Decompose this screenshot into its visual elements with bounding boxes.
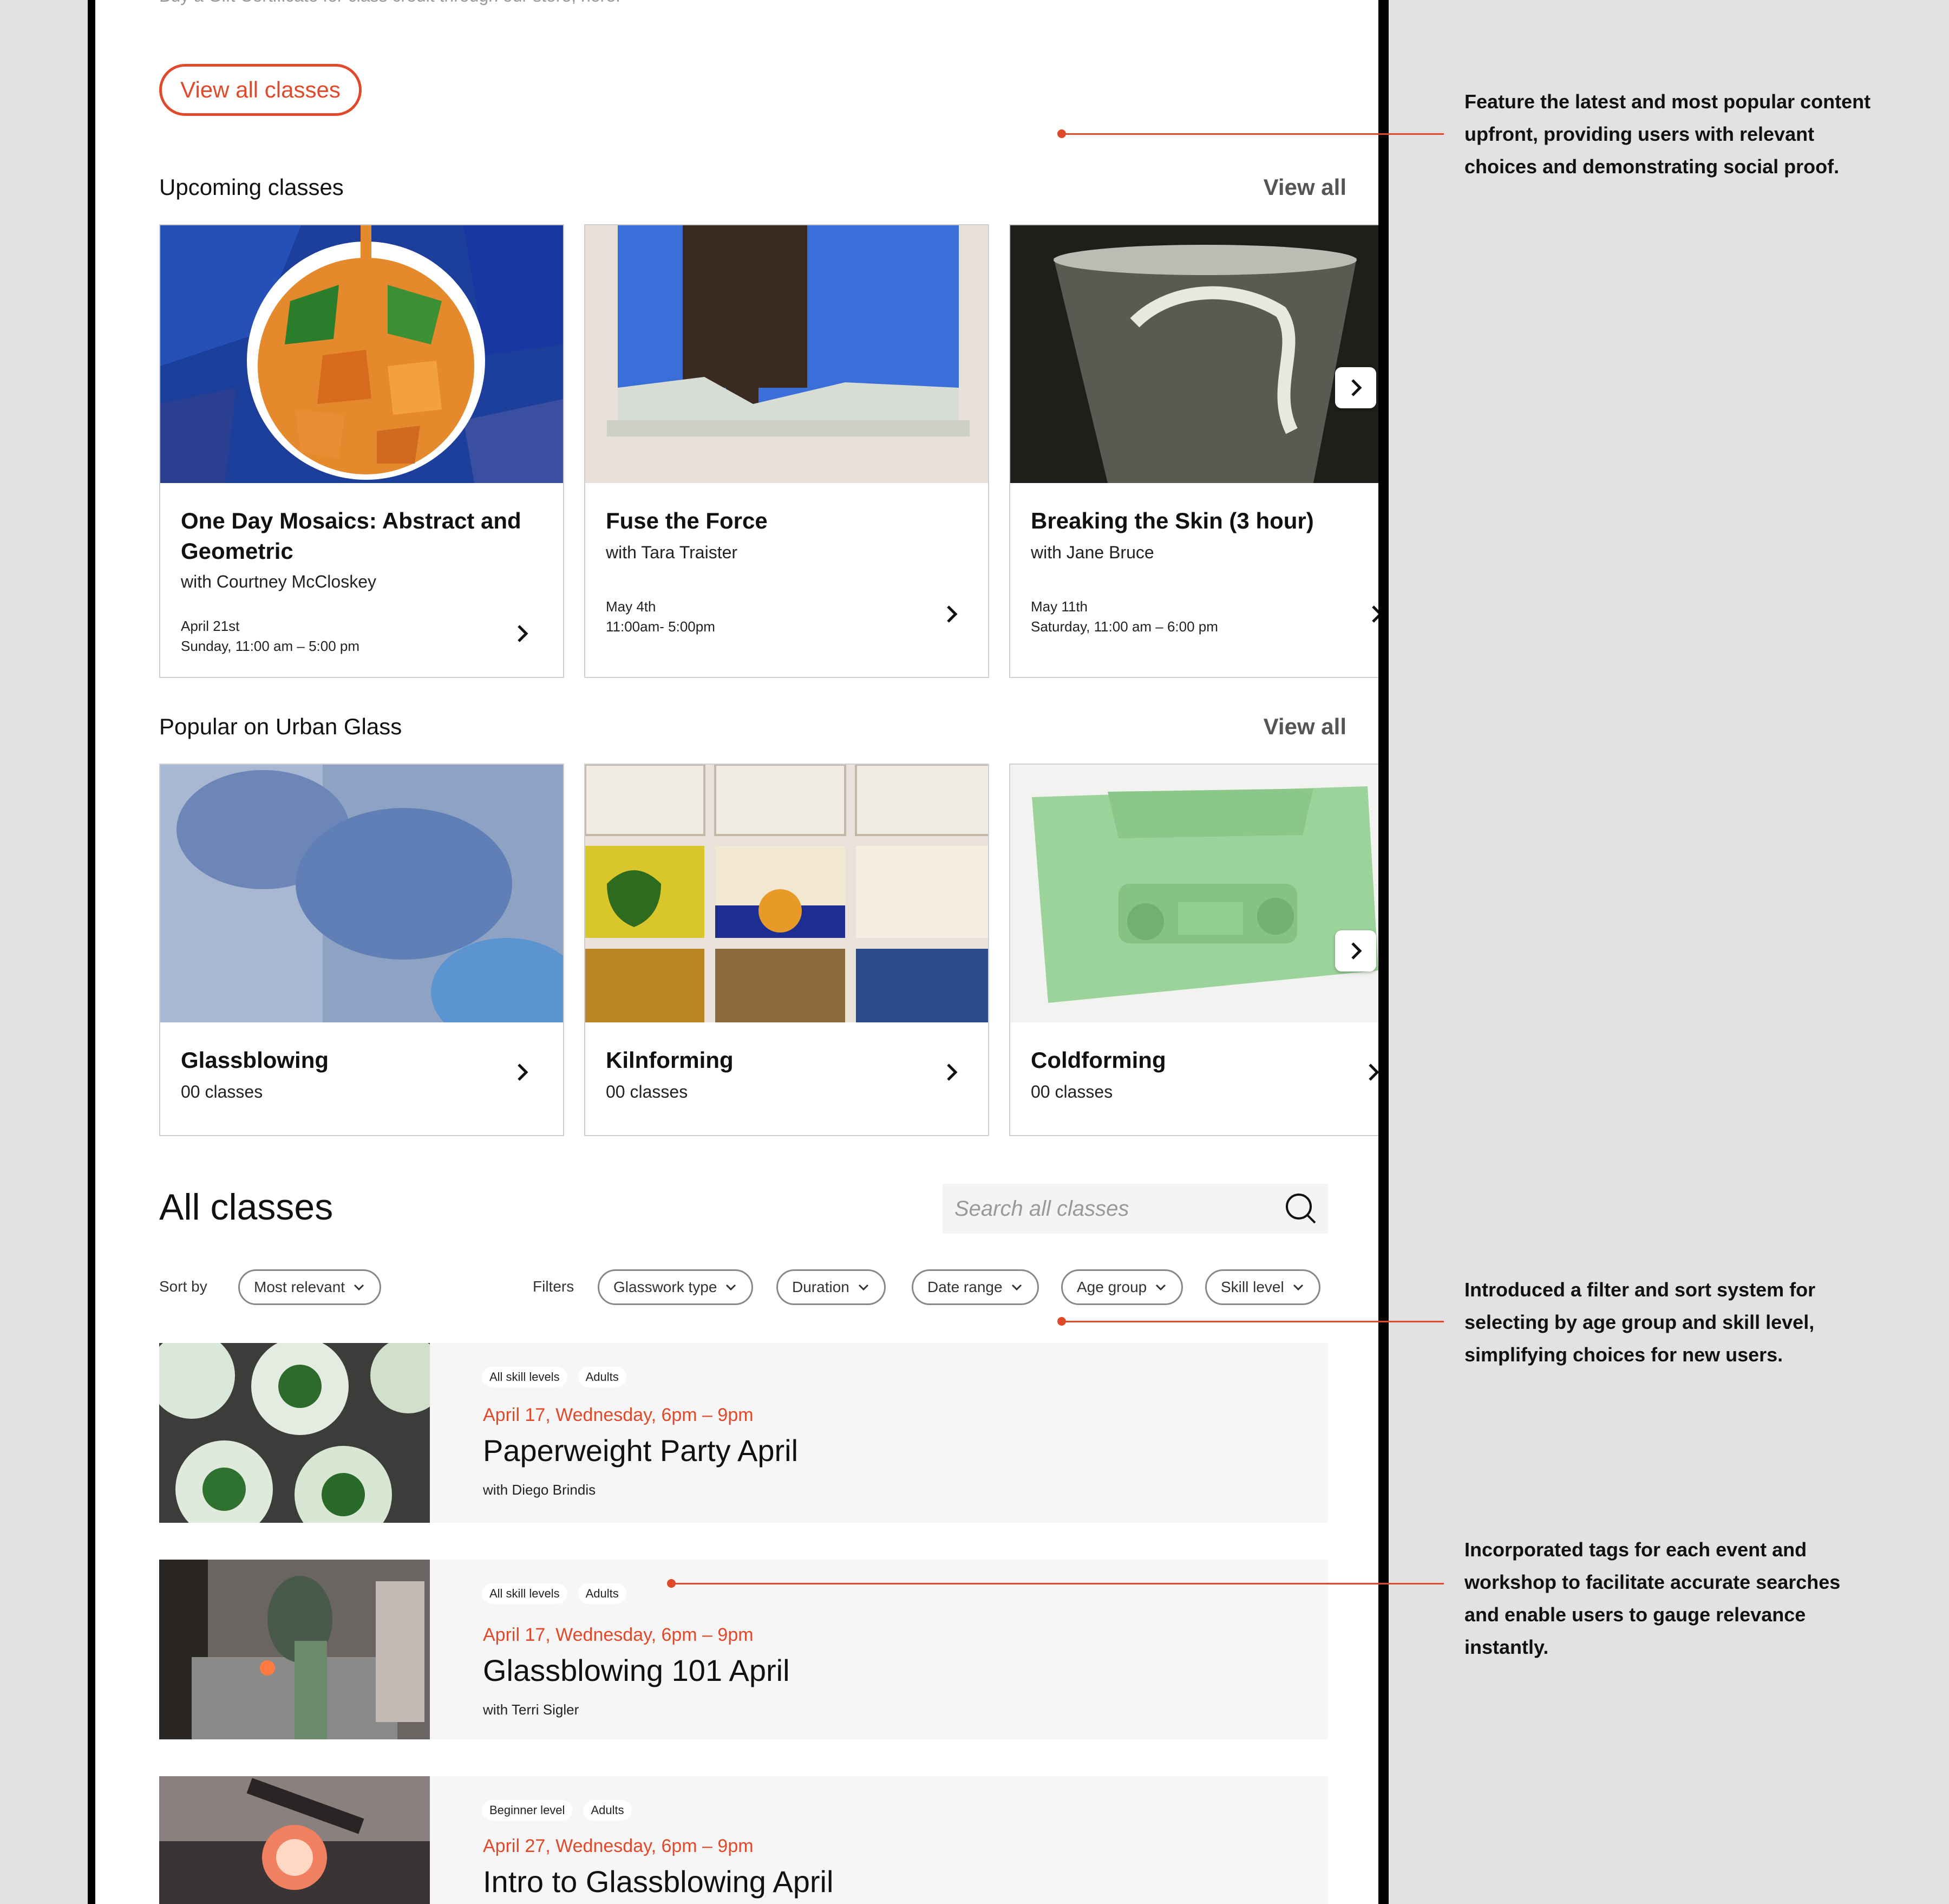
all-classes-title: All classes: [159, 1186, 333, 1228]
sort-label: Sort by: [159, 1278, 207, 1295]
filter-label: Skill level: [1221, 1279, 1284, 1295]
annotation-text: Introduced a filter and sort system for …: [1464, 1279, 1816, 1366]
chevron-down-icon: [354, 1284, 364, 1291]
class-title[interactable]: Glassblowing 101 April: [483, 1653, 790, 1688]
chevron-right-icon[interactable]: [940, 603, 962, 625]
intro-text: Buy a Gift Certificate for class credit …: [159, 0, 620, 6]
carousel-next-button[interactable]: [1335, 367, 1376, 408]
sort-dropdown[interactable]: Most relevant: [238, 1269, 382, 1305]
tag: All skill levels: [482, 1583, 567, 1604]
card-instructor: with Tara Traister: [606, 543, 738, 562]
chevron-down-icon: [1293, 1284, 1303, 1291]
class-thumbnail: [159, 1776, 430, 1904]
class-row[interactable]: All skill levels Adults April 17, Wednes…: [159, 1560, 1328, 1739]
filter-skill-level[interactable]: Skill level: [1205, 1269, 1320, 1305]
category-card[interactable]: Kilnforming 00 classes: [584, 764, 989, 1136]
class-row[interactable]: All skill levels Adults April 17, Wednes…: [159, 1343, 1328, 1523]
class-thumbnail: [159, 1343, 430, 1523]
tag: Beginner level: [482, 1800, 573, 1821]
card-date: May 4th: [606, 598, 656, 615]
card-title: Kilnforming: [606, 1047, 734, 1073]
class-row[interactable]: Beginner level Adults April 27, Wednesda…: [159, 1776, 1328, 1904]
chevron-right-icon[interactable]: [1365, 603, 1378, 625]
card-time: 11:00am- 5:00pm: [606, 618, 715, 635]
card-image: [1010, 225, 1378, 483]
card-title: Breaking the Skin (3 hour): [1031, 508, 1314, 533]
carousel-next-button[interactable]: [1335, 930, 1376, 971]
class-thumbnail: [159, 1560, 430, 1739]
card-title: Glassblowing: [181, 1047, 329, 1073]
class-title[interactable]: Intro to Glassblowing April: [483, 1864, 833, 1899]
annotation-line: [1062, 1321, 1444, 1322]
tag: Adults: [583, 1800, 632, 1821]
card-count: 00 classes: [1031, 1082, 1113, 1101]
card-time: Sunday, 11:00 am – 5:00 pm: [181, 638, 360, 654]
card-time: Saturday, 11:00 am – 6:00 pm: [1031, 618, 1218, 635]
chevron-down-icon: [1156, 1284, 1166, 1291]
filters-label: Filters: [533, 1278, 574, 1295]
class-title[interactable]: Paperweight Party April: [483, 1433, 798, 1468]
upcoming-card[interactable]: Fuse the Force with Tara Traister May 4t…: [584, 224, 989, 678]
upcoming-view-all-link[interactable]: View all: [1264, 174, 1346, 200]
filter-label: Duration: [792, 1279, 849, 1295]
chevron-down-icon: [726, 1284, 736, 1291]
popular-title: Popular on Urban Glass: [159, 714, 402, 739]
chevron-right-icon[interactable]: [1362, 1061, 1378, 1083]
search-icon[interactable]: [1285, 1192, 1317, 1225]
annotation-text: Incorporated tags for each event and wor…: [1464, 1538, 1841, 1658]
filter-label: Age group: [1077, 1279, 1147, 1295]
card-date: April 21st: [181, 618, 240, 634]
card-title: Coldforming: [1031, 1047, 1166, 1073]
filter-glasswork-type[interactable]: Glasswork type: [598, 1269, 754, 1305]
card-title: Fuse the Force: [606, 508, 768, 533]
tag: Adults: [578, 1583, 626, 1604]
chevron-right-icon: [1351, 379, 1362, 396]
upcoming-card[interactable]: One Day Mosaics: Abstract and Geometric …: [159, 224, 564, 678]
upcoming-title: Upcoming classes: [159, 174, 344, 200]
class-instructor: with Terri Sigler: [483, 1701, 579, 1718]
filter-date-range[interactable]: Date range: [912, 1269, 1039, 1305]
sort-value: Most relevant: [254, 1279, 345, 1295]
card-instructor: with Jane Bruce: [1031, 543, 1154, 562]
class-instructor: with Diego Brindis: [483, 1482, 596, 1498]
search-placeholder: Search all classes: [954, 1196, 1129, 1221]
card-count: 00 classes: [606, 1082, 688, 1101]
card-image: [1010, 765, 1378, 1022]
tag: All skill levels: [482, 1367, 567, 1387]
card-date: May 11th: [1031, 598, 1088, 615]
chevron-down-icon: [1011, 1284, 1022, 1291]
annotation-line: [671, 1583, 1444, 1585]
card-image: [585, 765, 988, 1022]
chevron-right-icon: [1351, 942, 1362, 960]
view-all-classes-button[interactable]: View all classes: [159, 64, 362, 116]
card-image: [585, 225, 988, 483]
filter-label: Date range: [927, 1279, 1003, 1295]
class-date: April 17, Wednesday, 6pm – 9pm: [483, 1625, 754, 1645]
card-count: 00 classes: [181, 1082, 263, 1101]
card-title: One Day Mosaics: Abstract and Geometric: [181, 508, 521, 564]
chevron-right-icon[interactable]: [511, 623, 533, 644]
card-image: [160, 225, 563, 483]
annotation-text: Feature the latest and most popular cont…: [1464, 90, 1871, 178]
search-input[interactable]: Search all classes: [943, 1184, 1328, 1234]
class-date: April 27, Wednesday, 6pm – 9pm: [483, 1836, 754, 1856]
filter-age-group[interactable]: Age group: [1061, 1269, 1183, 1305]
card-image: [160, 765, 563, 1022]
annotation-line: [1062, 133, 1444, 135]
tag: Adults: [578, 1367, 626, 1387]
popular-view-all-link[interactable]: View all: [1264, 714, 1346, 740]
chevron-right-icon[interactable]: [940, 1061, 962, 1083]
chevron-down-icon: [858, 1284, 868, 1291]
card-instructor: with Courtney McCloskey: [181, 572, 376, 591]
chevron-right-icon[interactable]: [511, 1061, 533, 1083]
category-card[interactable]: Glassblowing 00 classes: [159, 764, 564, 1136]
filter-label: Glasswork type: [613, 1279, 717, 1295]
filter-duration[interactable]: Duration: [776, 1269, 886, 1305]
app-screen: Buy a Gift Certificate for class credit …: [95, 0, 1378, 1904]
class-date: April 17, Wednesday, 6pm – 9pm: [483, 1405, 754, 1425]
category-card[interactable]: Coldforming 00 classes: [1009, 764, 1378, 1136]
upcoming-card[interactable]: Breaking the Skin (3 hour) with Jane Bru…: [1009, 224, 1378, 678]
